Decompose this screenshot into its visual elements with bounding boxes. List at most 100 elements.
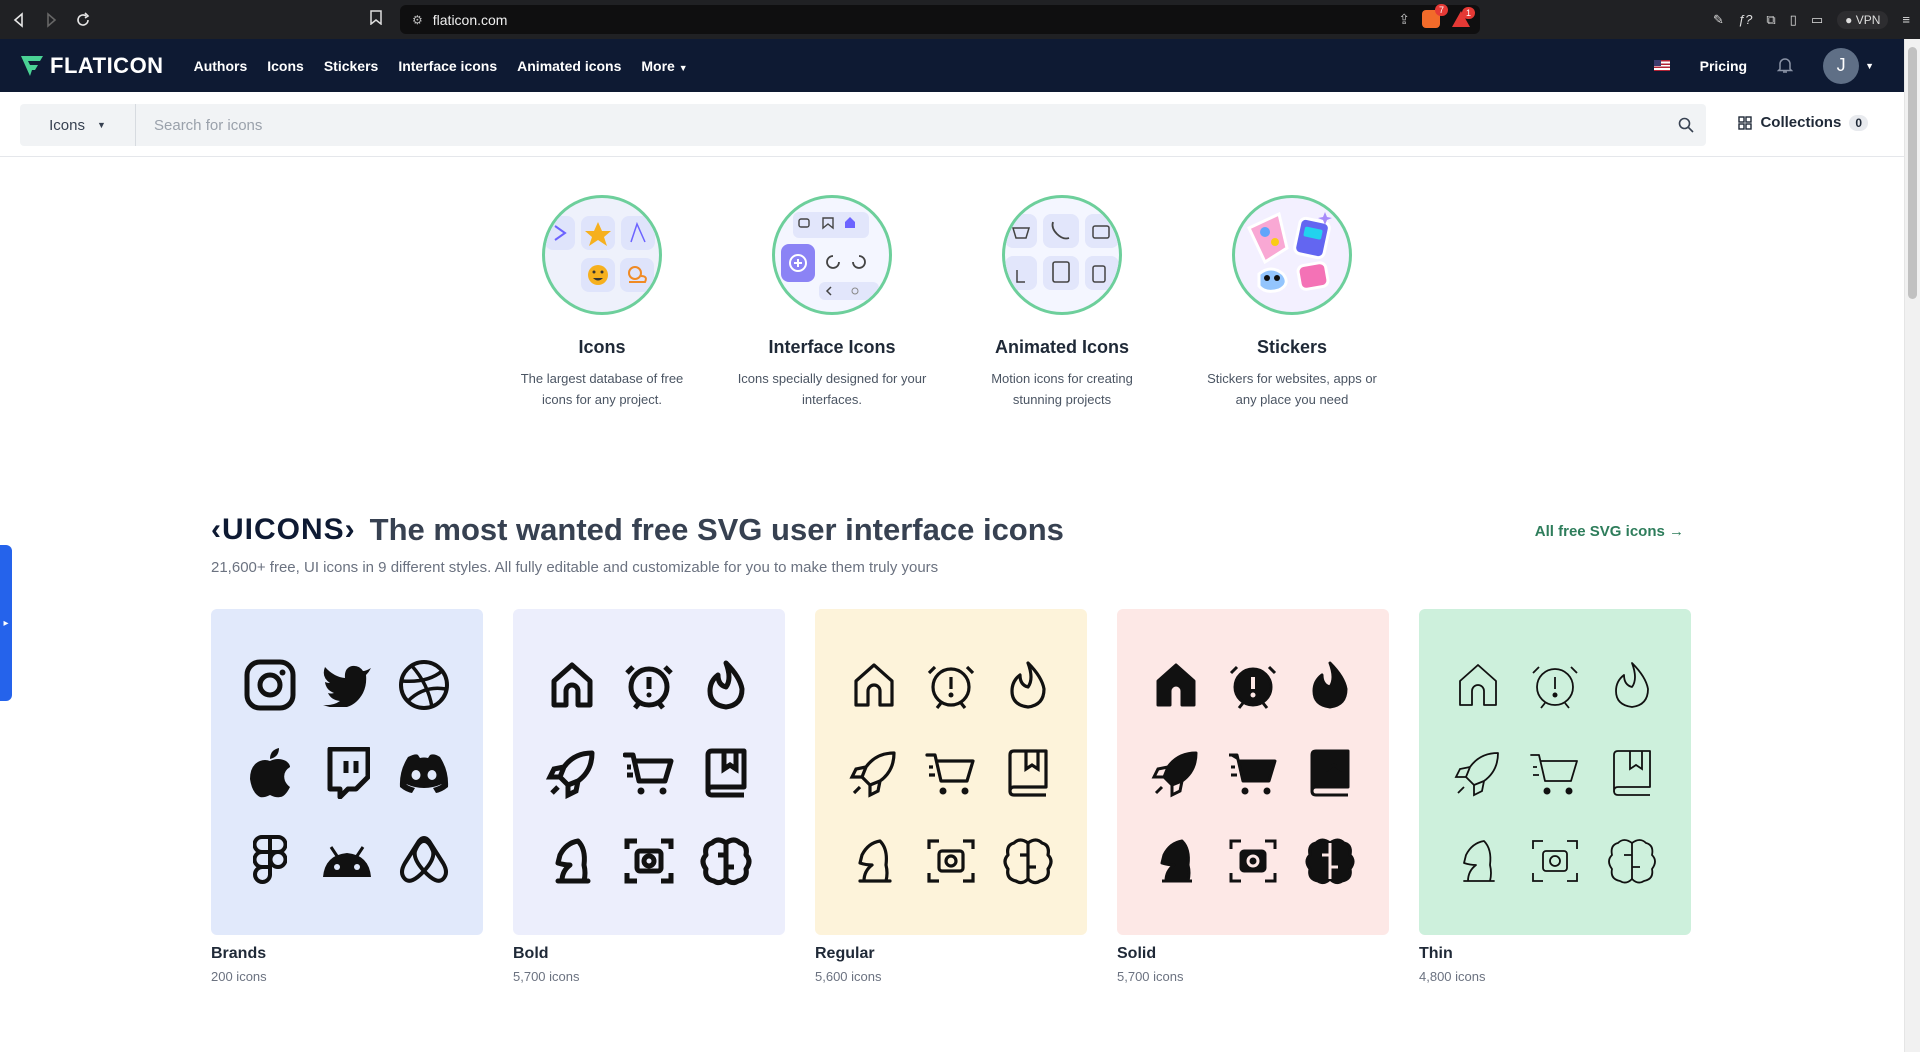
camera-icon	[610, 817, 687, 905]
category-interface-icons[interactable]: Interface Icons Icons specially designed…	[735, 195, 929, 410]
twitch-icon	[308, 729, 385, 817]
category-title[interactable]: Stickers	[1195, 337, 1389, 358]
style-card-tile[interactable]	[1419, 609, 1691, 935]
site-info-icon[interactable]: ⚙	[412, 13, 423, 27]
sidebar-icon[interactable]: ▯	[1790, 12, 1797, 28]
category-icons-image	[542, 195, 662, 315]
address-bar[interactable]: ⚙ flaticon.com ⇪ 7 1	[400, 4, 1480, 34]
flame-icon	[688, 641, 765, 729]
search-input[interactable]	[136, 104, 1666, 146]
collections-count: 0	[1849, 114, 1868, 131]
style-card-name[interactable]: Regular	[815, 945, 1087, 963]
vpn-button[interactable]: ● VPN	[1837, 10, 1889, 29]
search-type-label: Icons	[49, 116, 85, 134]
category-animated-icons[interactable]: Animated Icons Motion icons for creating…	[965, 195, 1159, 410]
category-title[interactable]: Interface Icons	[735, 337, 929, 358]
category-description: Icons specially designed for your interf…	[737, 371, 927, 407]
home-icon	[835, 641, 912, 729]
menu-icon[interactable]: ≡	[1902, 12, 1910, 27]
search-icon[interactable]	[1666, 117, 1706, 133]
category-title[interactable]: Icons	[505, 337, 699, 358]
logo-text: FLATICON	[50, 52, 164, 78]
scrollbar-thumb[interactable]	[1908, 47, 1917, 299]
site-header: FLATICON Authors Icons Stickers Interfac…	[0, 39, 1904, 92]
style-card-name[interactable]: Brands	[211, 945, 483, 963]
category-description: Stickers for websites, apps or any place…	[1207, 371, 1377, 407]
style-card-bold[interactable]: Bold 5,700 icons	[513, 609, 785, 984]
uicons-subtitle: 21,600+ free, UI icons in 9 different st…	[211, 559, 939, 576]
style-card-name[interactable]: Solid	[1117, 945, 1389, 963]
collections-button[interactable]: Collections 0	[1738, 114, 1868, 131]
category-description: The largest database of free icons for a…	[520, 371, 684, 407]
caret-down-icon: ▼	[1865, 60, 1874, 71]
reload-icon[interactable]	[70, 7, 96, 33]
brave-shield-icon[interactable]: 7	[1422, 4, 1448, 28]
style-card-tile[interactable]	[815, 609, 1087, 935]
flame-icon	[1292, 641, 1369, 729]
category-icons[interactable]: Icons The largest database of free icons…	[505, 195, 699, 410]
nav-stickers[interactable]: Stickers	[324, 58, 378, 74]
style-card-name[interactable]: Bold	[513, 945, 785, 963]
back-icon[interactable]	[6, 7, 32, 33]
alarm-icon	[1516, 641, 1593, 729]
rocket-icon	[1439, 729, 1516, 817]
wallet-icon[interactable]: ▭	[1811, 12, 1823, 28]
category-animated-icons-image	[1002, 195, 1122, 315]
flaticon-logo[interactable]: FLATICON	[20, 53, 164, 79]
twitter-icon	[308, 641, 385, 729]
bookmark-book-icon	[1292, 729, 1369, 817]
chevron-right-icon: ▸	[3, 617, 9, 629]
nav-icons[interactable]: Icons	[267, 58, 304, 74]
function-icon[interactable]: ƒ?	[1738, 12, 1752, 27]
style-card-solid[interactable]: Solid 5,700 icons	[1117, 609, 1389, 984]
us-flag-icon[interactable]	[1653, 60, 1670, 71]
camera-icon	[1516, 817, 1593, 905]
nav-more[interactable]: More ▼	[641, 58, 687, 74]
flame-icon	[1594, 641, 1671, 729]
airbnb-icon	[386, 817, 463, 905]
style-card-regular[interactable]: Regular 5,600 icons	[815, 609, 1087, 984]
category-stickers[interactable]: Stickers Stickers for websites, apps or …	[1195, 195, 1389, 410]
bookmark-book-icon	[1594, 729, 1671, 817]
avatar[interactable]: J	[1823, 47, 1860, 84]
uicons-logo[interactable]: ‹UICONS›	[211, 513, 356, 547]
figma-icon	[231, 817, 308, 905]
search-type-select[interactable]: Icons ▼	[20, 104, 136, 146]
nav-interface-icons[interactable]: Interface icons	[398, 58, 497, 74]
style-card-brands[interactable]: Brands 200 icons	[211, 609, 483, 984]
style-card-count: 5,700 icons	[513, 969, 580, 984]
style-card-tile[interactable]	[513, 609, 785, 935]
pen-icon[interactable]: ✎	[1713, 12, 1724, 28]
main-nav: Authors Icons Stickers Interface icons A…	[194, 58, 688, 74]
nav-animated-icons[interactable]: Animated icons	[517, 58, 621, 74]
flaticon-logo-icon	[21, 55, 43, 76]
home-icon	[1137, 641, 1214, 729]
extensions-icon[interactable]: ⧉	[1766, 12, 1775, 28]
cart-icon	[1516, 729, 1593, 817]
account-menu[interactable]: J ▼	[1823, 47, 1874, 84]
style-card-name[interactable]: Thin	[1419, 945, 1691, 963]
nav-authors[interactable]: Authors	[194, 58, 248, 74]
cart-icon	[610, 729, 687, 817]
rewards-triangle-icon[interactable]: 1	[1452, 7, 1475, 27]
category-list: Icons The largest database of free icons…	[505, 195, 1389, 410]
bell-icon[interactable]	[1777, 57, 1794, 74]
brain-icon	[1594, 817, 1671, 905]
category-title[interactable]: Animated Icons	[965, 337, 1159, 358]
style-card-tile[interactable]	[1117, 609, 1389, 935]
home-icon	[1439, 641, 1516, 729]
grid-icon	[1738, 115, 1753, 130]
all-free-svg-icons-link[interactable]: All free SVG icons →	[1535, 523, 1684, 540]
forward-icon[interactable]	[38, 7, 64, 33]
share-icon[interactable]: ⇪	[1398, 11, 1410, 28]
page-scrollbar[interactable]	[1904, 39, 1920, 1052]
alarm-icon	[610, 641, 687, 729]
side-panel-toggle[interactable]: ▸	[0, 545, 12, 701]
style-card-tile[interactable]	[211, 609, 483, 935]
style-card-thin[interactable]: Thin 4,800 icons	[1419, 609, 1691, 984]
url-text[interactable]: flaticon.com	[433, 12, 508, 28]
pricing-link[interactable]: Pricing	[1700, 58, 1747, 74]
category-description: Motion icons for creating stunning proje…	[991, 371, 1133, 407]
flame-icon	[990, 641, 1067, 729]
bookmark-icon[interactable]	[370, 10, 382, 25]
